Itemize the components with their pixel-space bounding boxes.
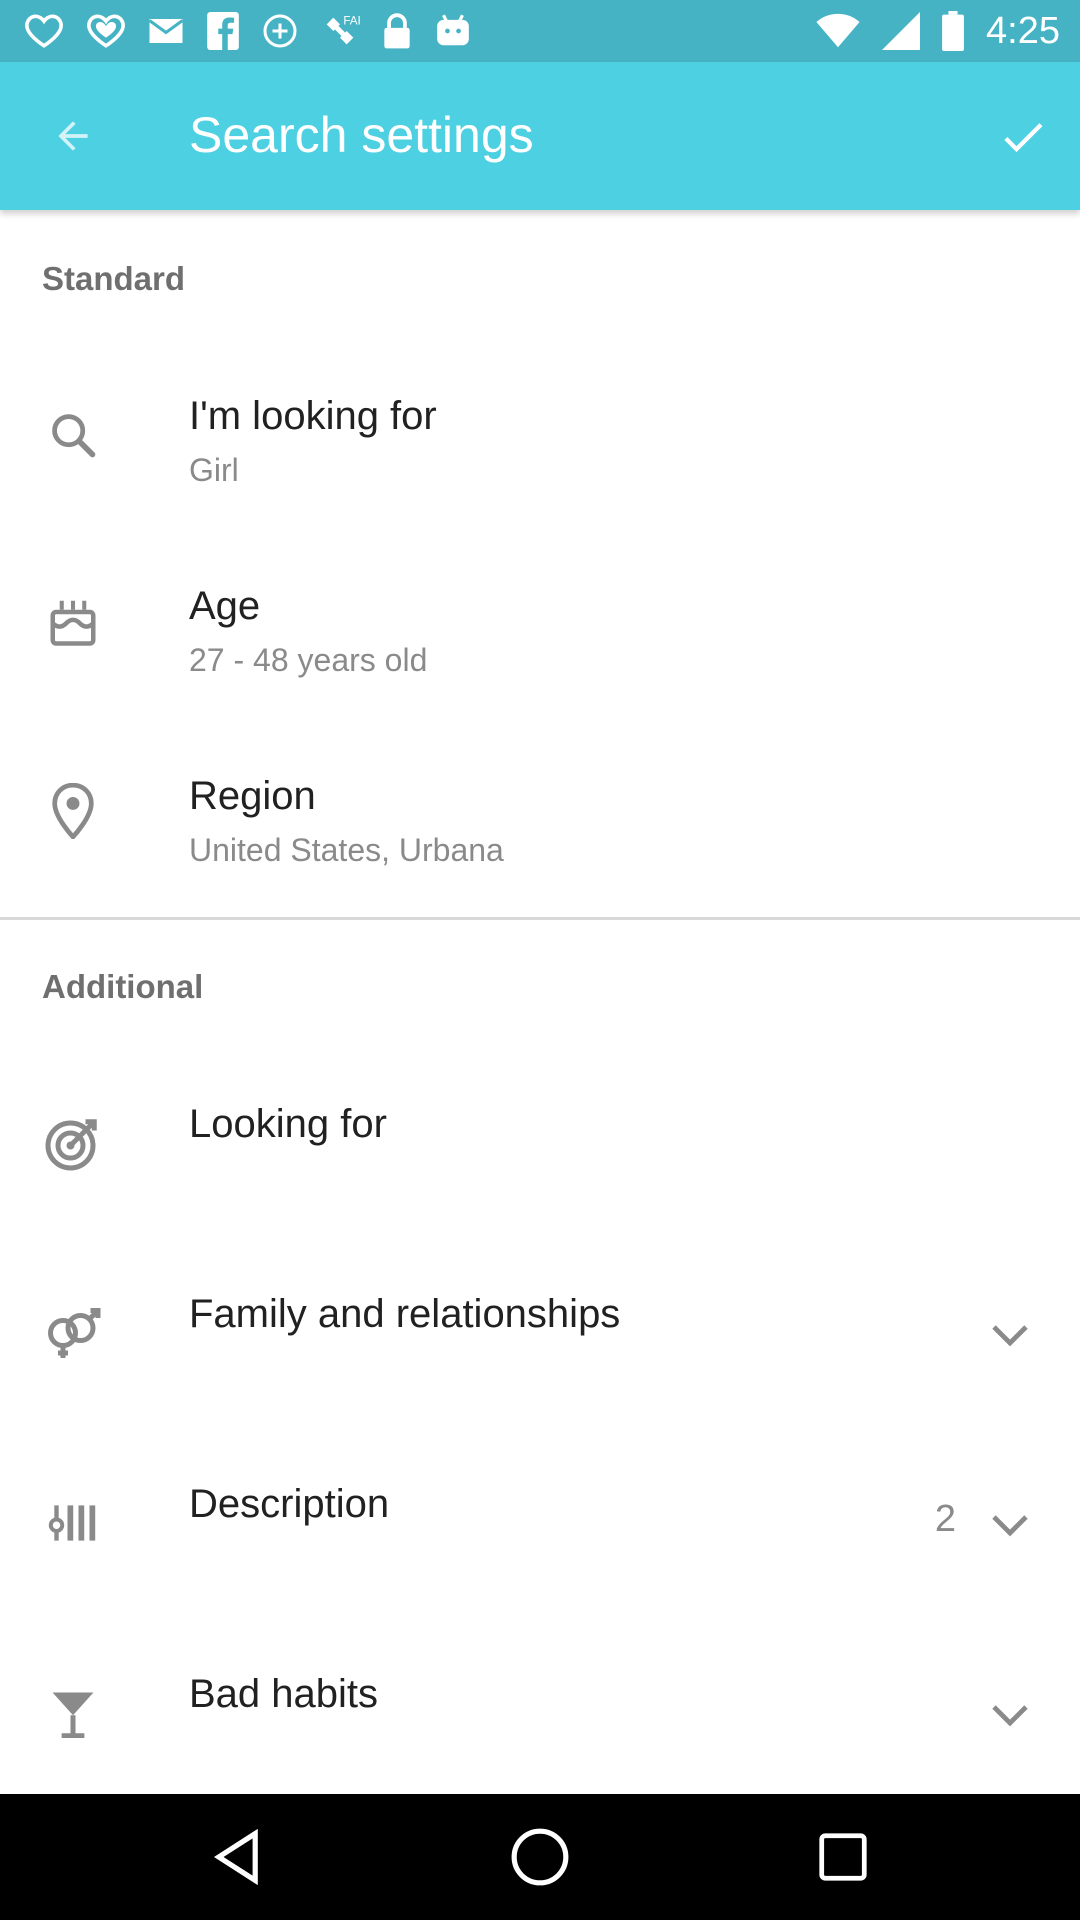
facebook-icon	[207, 12, 239, 50]
search-icon	[40, 402, 106, 468]
clock: 4:25	[986, 9, 1060, 52]
battery-icon	[942, 11, 964, 51]
setting-region[interactable]: Region United States, Urbana	[0, 740, 1080, 930]
heart-outline-icon	[25, 14, 63, 48]
setting-title: I'm looking for	[189, 394, 437, 438]
setting-title: Family and relationships	[189, 1292, 621, 1336]
setting-value: United States, Urbana	[189, 832, 504, 868]
setting-looking-for-gender[interactable]: I'm looking for Girl	[0, 360, 1080, 550]
setting-title: Description	[189, 1482, 390, 1526]
nav-back-button[interactable]	[197, 1822, 277, 1892]
section-divider	[0, 917, 1080, 920]
save-button[interactable]	[986, 100, 1060, 174]
nav-home-button[interactable]	[500, 1822, 580, 1892]
setting-title: Age	[189, 584, 261, 628]
chevron-down-icon[interactable]	[980, 1690, 1040, 1740]
nav-recents-button[interactable]	[803, 1822, 883, 1892]
notification-icons: FAKE	[24, 8, 472, 54]
svg-text:FAKE: FAKE	[343, 14, 360, 27]
status-bar: FAKE 4:25	[0, 0, 1080, 62]
app-bar: Search settings	[0, 62, 1080, 210]
cake-icon	[40, 588, 106, 654]
satellite-icon: FAKE	[326, 14, 360, 45]
location-pin-icon	[40, 778, 106, 844]
setting-title: Bad habits	[189, 1672, 379, 1716]
gender-rings-icon	[40, 1300, 106, 1366]
recents-square-icon	[819, 1833, 867, 1881]
system-indicators: 4:25	[816, 6, 1060, 56]
chevron-down-icon[interactable]	[980, 1310, 1040, 1360]
section-header-standard: Standard	[42, 260, 186, 297]
cocktail-icon	[40, 1680, 106, 1746]
setting-title: Region	[189, 774, 316, 818]
wifi-off-icon	[263, 14, 297, 48]
back-triangle-icon	[213, 1828, 258, 1886]
heart-icon	[87, 14, 125, 48]
chevron-down-icon[interactable]	[980, 1500, 1040, 1550]
android-icon	[437, 14, 469, 46]
setting-family-relationships[interactable]: Family and relationships	[0, 1258, 1080, 1448]
check-icon	[1004, 123, 1043, 153]
page-title: Search settings	[189, 107, 534, 163]
section-header-additional: Additional	[42, 968, 204, 1005]
setting-title: Looking for	[189, 1102, 387, 1146]
wifi-icon	[816, 13, 860, 48]
signal-icon	[882, 12, 921, 50]
navigation-bar	[0, 1794, 1080, 1920]
setting-value: Girl	[189, 452, 239, 488]
mail-icon	[148, 19, 184, 43]
setting-description[interactable]: Description 2	[0, 1448, 1080, 1638]
target-icon	[40, 1110, 106, 1176]
description-bars-icon	[40, 1490, 106, 1556]
setting-age[interactable]: Age 27 - 48 years old	[0, 550, 1080, 740]
setting-looking-for-goal[interactable]: Looking for	[0, 1068, 1080, 1258]
back-button[interactable]	[36, 102, 110, 170]
lock-icon	[384, 13, 410, 49]
arrow-back-icon	[58, 121, 88, 151]
selection-count: 2	[934, 1498, 956, 1540]
home-circle-icon	[511, 1828, 569, 1886]
setting-value: 27 - 48 years old	[189, 642, 428, 678]
